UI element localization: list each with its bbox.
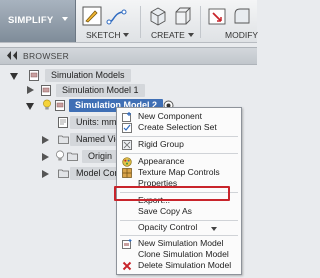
menu-item-label: Opacity Control	[138, 222, 198, 232]
lightbulb-icon[interactable]	[42, 99, 52, 110]
menu-item-new-simulation-model[interactable]: New Simulation Model	[117, 238, 241, 249]
menu-item-create-selection-set[interactable]: Create Selection Set	[117, 122, 241, 133]
tree-node-simulation-models[interactable]: Simulation Models	[0, 68, 257, 83]
texture-map-icon	[122, 168, 132, 178]
menu-item-label: Appearance	[138, 156, 185, 166]
press-pull-icon[interactable]	[207, 6, 227, 26]
tree-node-origin[interactable]: Origin	[0, 150, 119, 165]
menu-item-opacity-control[interactable]: Opacity Control	[117, 222, 241, 233]
expand-icon[interactable]	[27, 86, 34, 94]
chevron-down-icon	[123, 33, 130, 37]
chevron-down-icon	[62, 17, 68, 21]
sketch-icon[interactable]	[82, 6, 102, 26]
folder-icon	[67, 151, 78, 161]
menu-divider	[120, 235, 238, 236]
folder-icon	[58, 134, 69, 144]
menu-divider	[120, 220, 238, 221]
browser-title: BROWSER	[23, 51, 70, 61]
chevron-down-icon	[211, 224, 217, 235]
menu-item-label: New Simulation Model	[138, 238, 224, 248]
toolbar-ribbon: SIMPLIFY SKETCH CREATE MODIFY	[0, 0, 258, 43]
expand-icon[interactable]	[26, 103, 34, 110]
modify-menu-button[interactable]: MODIFY	[225, 30, 258, 40]
menu-item-label: Rigid Group	[138, 139, 184, 149]
modify-label: MODIFY	[225, 30, 259, 40]
menu-item-clone-simulation-model[interactable]: Clone Simulation Model	[117, 249, 241, 260]
menu-item-label: New Component	[138, 111, 203, 121]
document-settings-icon	[58, 117, 68, 128]
expand-icon[interactable]	[42, 153, 49, 161]
menu-item-label: Save Copy As	[138, 206, 192, 216]
lightbulb-off-icon[interactable]	[55, 150, 65, 161]
workspace-label: SIMPLIFY	[8, 15, 54, 26]
delete-icon	[122, 261, 132, 271]
menu-item-texture-map-controls[interactable]: Texture Map Controls	[117, 167, 241, 178]
tree-node-label: Simulation Models	[45, 69, 131, 82]
tree-node-units[interactable]: Units: mm	[0, 116, 123, 131]
menu-divider	[120, 136, 238, 137]
chevron-down-icon	[187, 33, 194, 37]
menu-item-label: Delete Simulation Model	[138, 260, 232, 270]
export-highlight-box	[114, 186, 230, 201]
tree-node-model-components[interactable]: Model Comp	[0, 167, 134, 182]
create-label: CREATE	[151, 30, 185, 40]
expand-icon[interactable]	[10, 73, 18, 80]
menu-item-label: Texture Map Controls	[138, 167, 220, 177]
tree-node-simulation-model-1[interactable]: Simulation Model 1	[0, 83, 257, 98]
simulation-folder-icon	[29, 70, 39, 81]
extrude-icon[interactable]	[172, 6, 192, 26]
new-component-icon	[122, 112, 132, 122]
expand-icon[interactable]	[42, 136, 49, 144]
ribbon-divider	[200, 6, 201, 38]
tree-node-label: Origin	[82, 150, 119, 163]
appearance-icon	[122, 157, 132, 167]
browser-panel-header: BROWSER	[0, 47, 257, 65]
menu-item-label: Clone Simulation Model	[138, 249, 229, 259]
collapse-panel-icon[interactable]	[6, 51, 18, 62]
menu-item-new-component[interactable]: New Component	[117, 111, 241, 122]
tree-node-label: Units: mm	[70, 116, 123, 129]
menu-item-appearance[interactable]: Appearance	[117, 156, 241, 167]
simulation-model-icon	[55, 100, 65, 111]
new-simulation-model-icon	[122, 239, 132, 249]
sketch-label: SKETCH	[86, 30, 121, 40]
menu-item-delete-simulation-model[interactable]: Delete Simulation Model	[117, 260, 241, 271]
fillet-icon[interactable]	[232, 6, 252, 26]
menu-divider	[120, 153, 238, 154]
menu-item-label: Create Selection Set	[138, 122, 217, 132]
folder-icon	[58, 168, 69, 178]
expand-icon[interactable]	[42, 170, 49, 178]
sketch-line-icon[interactable]	[106, 8, 128, 26]
tree-node-named-views[interactable]: Named View	[0, 133, 133, 148]
selection-set-icon	[122, 123, 132, 133]
box-icon[interactable]	[148, 6, 168, 26]
menu-item-save-copy-as[interactable]: Save Copy As	[117, 206, 241, 217]
rigid-group-icon	[122, 140, 132, 150]
workspace-switcher[interactable]: SIMPLIFY	[0, 0, 76, 42]
ribbon-divider	[140, 6, 141, 38]
create-menu-button[interactable]: CREATE	[151, 30, 194, 40]
tree-node-label: Simulation Model 1	[56, 84, 145, 97]
menu-item-rigid-group[interactable]: Rigid Group	[117, 139, 241, 150]
sketch-menu-button[interactable]: SKETCH	[86, 30, 130, 40]
simulation-model-icon	[41, 85, 51, 96]
